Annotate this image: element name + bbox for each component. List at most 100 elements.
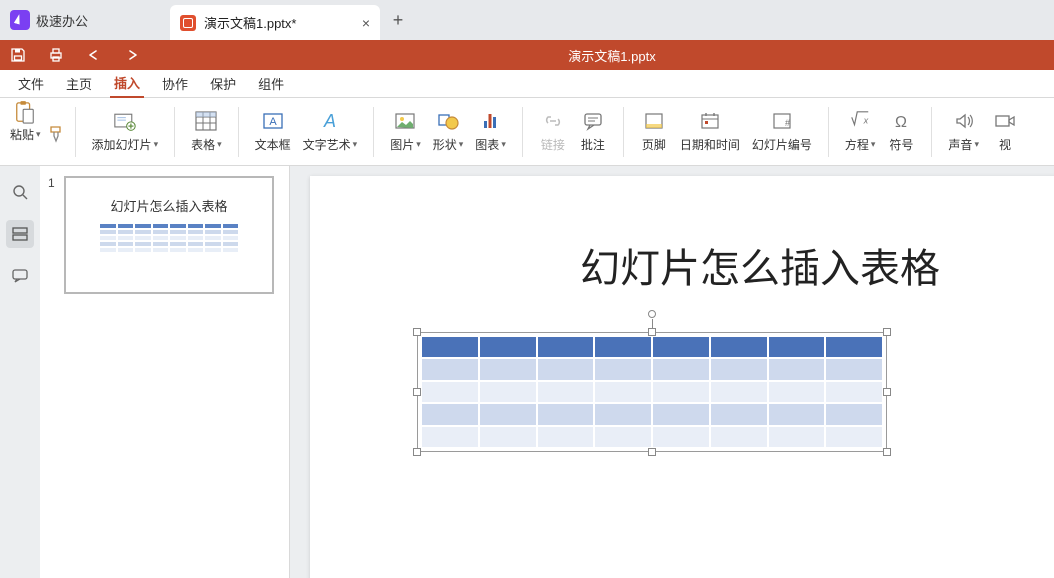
wordart-icon: A bbox=[319, 110, 341, 132]
audio-label: 声音 bbox=[948, 136, 972, 153]
titlebar: 极速办公 演示文稿1.pptx* × + bbox=[0, 0, 1054, 40]
footer-button[interactable]: 页脚 bbox=[634, 102, 674, 162]
print-icon[interactable] bbox=[48, 47, 64, 63]
comment-button[interactable]: 批注 bbox=[573, 102, 613, 162]
quick-access-bar: 演示文稿1.pptx bbox=[0, 40, 1054, 70]
add-slide-label: 添加幻灯片 bbox=[92, 136, 152, 153]
symbol-icon: Ω bbox=[890, 110, 912, 132]
slide-canvas-area[interactable]: 幻灯片怎么插入表格 bbox=[290, 166, 1054, 578]
datetime-label: 日期和时间 bbox=[680, 136, 740, 153]
shape-icon bbox=[437, 110, 459, 132]
svg-text:Ω: Ω bbox=[895, 114, 907, 131]
footer-label: 页脚 bbox=[642, 136, 666, 153]
wordart-button[interactable]: A 文字艺术▾ bbox=[297, 102, 364, 162]
resize-handle-s[interactable] bbox=[648, 448, 656, 456]
document-title-label: 演示文稿1.pptx bbox=[170, 46, 1054, 65]
rotate-handle[interactable] bbox=[648, 310, 656, 318]
document-tab[interactable]: 演示文稿1.pptx* × bbox=[170, 5, 380, 40]
format-painter-icon[interactable] bbox=[47, 124, 67, 144]
textbox-button[interactable]: A 文本框 bbox=[249, 102, 297, 162]
work-area: 1 幻灯片怎么插入表格 幻灯片怎么插入表格 bbox=[0, 166, 1054, 578]
menu-insert[interactable]: 插入 bbox=[110, 69, 144, 98]
video-button[interactable]: 视 bbox=[985, 102, 1025, 162]
presentation-icon bbox=[180, 15, 196, 31]
chart-button[interactable]: 图表▾ bbox=[469, 102, 512, 162]
resize-handle-sw[interactable] bbox=[413, 448, 421, 456]
menu-addin[interactable]: 组件 bbox=[254, 70, 288, 97]
equation-button[interactable]: x 方程▾ bbox=[839, 102, 882, 162]
thumbnail-title: 幻灯片怎么插入表格 bbox=[110, 196, 227, 215]
video-icon bbox=[994, 110, 1016, 132]
app-name-label: 极速办公 bbox=[36, 11, 88, 30]
resize-handle-se[interactable] bbox=[883, 448, 891, 456]
rail-comments-icon[interactable] bbox=[6, 262, 34, 290]
slide-title-text[interactable]: 幻灯片怎么插入表格 bbox=[310, 236, 1054, 294]
save-icon[interactable] bbox=[10, 47, 26, 63]
slidenum-button[interactable]: # 幻灯片编号 bbox=[746, 102, 818, 162]
thumbnail-panel: 1 幻灯片怎么插入表格 bbox=[40, 166, 290, 578]
resize-handle-n[interactable] bbox=[648, 328, 656, 336]
resize-handle-w[interactable] bbox=[413, 388, 421, 396]
add-slide-button[interactable]: 添加幻灯片▾ bbox=[86, 102, 165, 162]
resize-handle-nw[interactable] bbox=[413, 328, 421, 336]
chart-icon bbox=[480, 110, 502, 132]
shape-button[interactable]: 形状▾ bbox=[427, 102, 470, 162]
rail-search-icon[interactable] bbox=[6, 178, 34, 206]
picture-icon bbox=[394, 110, 416, 132]
link-label: 链接 bbox=[541, 136, 565, 153]
audio-button[interactable]: 声音▾ bbox=[942, 102, 985, 162]
datetime-button[interactable]: 日期和时间 bbox=[674, 102, 746, 162]
equation-icon: x bbox=[849, 110, 871, 132]
slidenum-label: 幻灯片编号 bbox=[752, 136, 812, 153]
slide-1[interactable]: 幻灯片怎么插入表格 bbox=[310, 176, 1054, 578]
resize-handle-ne[interactable] bbox=[883, 328, 891, 336]
menu-home[interactable]: 主页 bbox=[62, 70, 96, 97]
wordart-label: 文字艺术 bbox=[303, 136, 351, 153]
equation-label: 方程 bbox=[845, 136, 869, 153]
textbox-label: 文本框 bbox=[255, 136, 291, 153]
slidenum-icon: # bbox=[771, 110, 793, 132]
clipboard-icon bbox=[14, 102, 36, 124]
app-brand: 极速办公 bbox=[0, 0, 170, 40]
undo-icon[interactable] bbox=[86, 47, 102, 63]
paste-button[interactable]: 粘贴▾ bbox=[10, 102, 41, 143]
slide-thumbnail-1[interactable]: 幻灯片怎么插入表格 bbox=[64, 176, 274, 294]
calendar-icon bbox=[699, 110, 721, 132]
chart-label: 图表 bbox=[475, 136, 499, 153]
svg-text:x: x bbox=[863, 116, 869, 126]
svg-text:#: # bbox=[785, 118, 790, 128]
redo-icon[interactable] bbox=[124, 47, 140, 63]
symbol-button[interactable]: Ω 符号 bbox=[881, 102, 921, 162]
link-button: 链接 bbox=[533, 102, 573, 162]
new-tab-button[interactable]: + bbox=[380, 0, 416, 40]
thumbnail-number: 1 bbox=[48, 176, 58, 294]
paste-label: 粘贴 bbox=[10, 126, 34, 143]
table-icon bbox=[195, 110, 217, 132]
footer-icon bbox=[643, 110, 665, 132]
app-logo-icon bbox=[10, 10, 30, 30]
ribbon-insert: 粘贴▾ 添加幻灯片▾ 表格▾ A 文本框 bbox=[0, 98, 1054, 166]
menu-collab[interactable]: 协作 bbox=[158, 70, 192, 97]
resize-handle-e[interactable] bbox=[883, 388, 891, 396]
side-rail bbox=[0, 166, 40, 578]
comment-icon bbox=[582, 110, 604, 132]
rail-thumbnails-icon[interactable] bbox=[6, 220, 34, 248]
document-tab-title: 演示文稿1.pptx* bbox=[204, 13, 354, 32]
thumbnail-table-icon bbox=[99, 223, 239, 253]
menu-protect[interactable]: 保护 bbox=[206, 70, 240, 97]
picture-label: 图片 bbox=[390, 136, 414, 153]
textbox-icon: A bbox=[262, 110, 284, 132]
shape-label: 形状 bbox=[433, 136, 457, 153]
link-icon bbox=[542, 110, 564, 132]
selected-table-object[interactable] bbox=[417, 332, 887, 452]
menu-bar: 文件 主页 插入 协作 保护 组件 bbox=[0, 70, 1054, 98]
table-button[interactable]: 表格▾ bbox=[185, 102, 228, 162]
picture-button[interactable]: 图片▾ bbox=[384, 102, 427, 162]
selection-border bbox=[417, 332, 887, 452]
menu-file[interactable]: 文件 bbox=[14, 70, 48, 97]
close-tab-icon[interactable]: × bbox=[362, 15, 370, 31]
add-slide-icon bbox=[114, 110, 136, 132]
svg-text:A: A bbox=[323, 111, 336, 131]
audio-icon bbox=[953, 110, 975, 132]
video-label: 视 bbox=[999, 136, 1011, 153]
